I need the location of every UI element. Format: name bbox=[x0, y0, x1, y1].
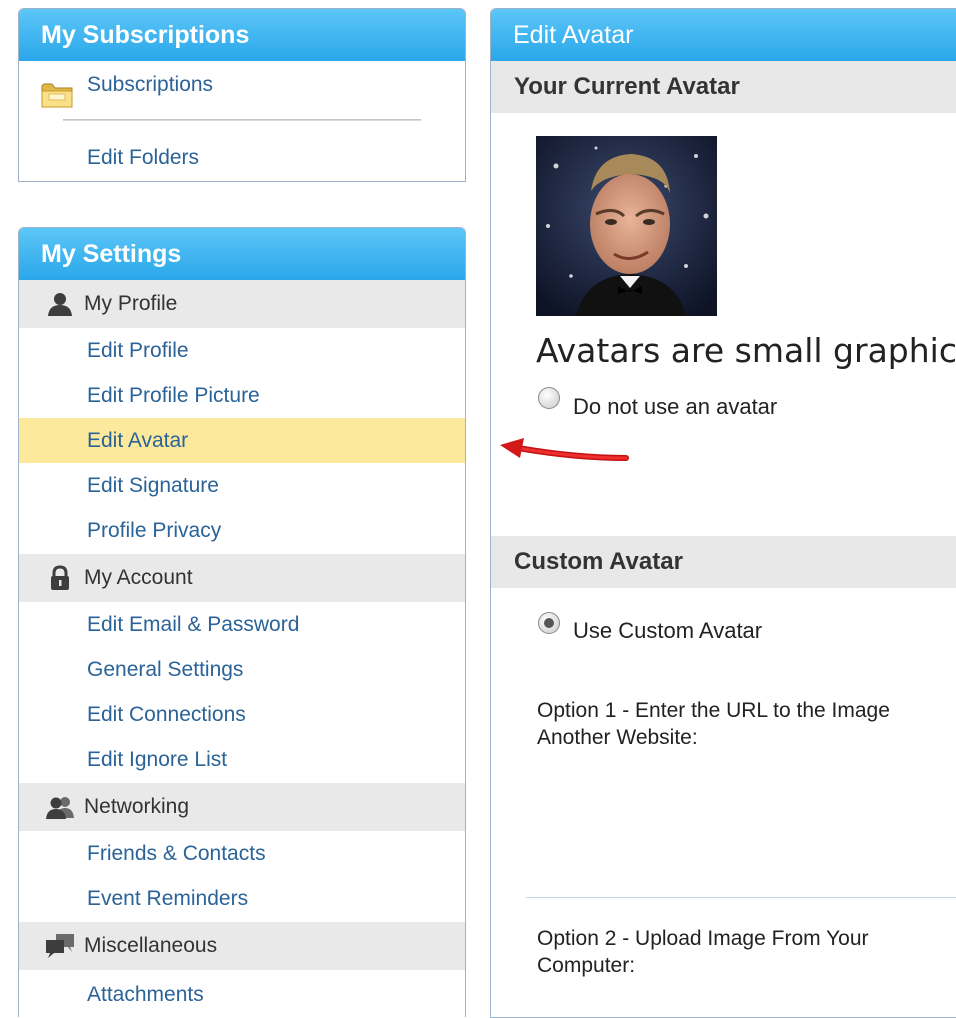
settings-panel: My Settings My Profile Edit Profile Edit… bbox=[18, 227, 466, 1017]
section-my-profile: My Profile bbox=[19, 280, 465, 328]
menu-item-friends-contacts[interactable]: Friends & Contacts bbox=[19, 831, 465, 876]
menu-item-edit-avatar[interactable]: Edit Avatar bbox=[19, 418, 465, 463]
section-label: My Account bbox=[84, 566, 193, 589]
subscriptions-panel: My Subscriptions Subscriptions Edit Fold… bbox=[18, 8, 466, 182]
no-avatar-label[interactable]: Do not use an avatar bbox=[573, 394, 777, 420]
use-custom-avatar-label[interactable]: Use Custom Avatar bbox=[573, 618, 762, 644]
edit-avatar-panel: Edit Avatar Your Current Avatar Avatars … bbox=[490, 8, 956, 1018]
annotation-arrow-icon bbox=[500, 438, 629, 461]
edit-connections-link[interactable]: Edit Connections bbox=[87, 692, 246, 737]
menu-item-edit-profile-picture[interactable]: Edit Profile Picture bbox=[19, 373, 465, 418]
chat-icon bbox=[46, 934, 74, 958]
menu-item-edit-profile[interactable]: Edit Profile bbox=[19, 328, 465, 373]
section-label: Networking bbox=[84, 795, 190, 818]
settings-panel-title: My Settings bbox=[19, 228, 465, 280]
general-settings-link[interactable]: General Settings bbox=[87, 647, 243, 692]
edit-avatar-title: Edit Avatar bbox=[491, 9, 956, 61]
option-divider bbox=[526, 897, 956, 898]
menu-item-edit-email-password[interactable]: Edit Email & Password bbox=[19, 602, 465, 647]
menu-item-edit-ignore-list[interactable]: Edit Ignore List bbox=[19, 737, 465, 782]
current-avatar-heading: Your Current Avatar bbox=[491, 61, 956, 113]
avatar-description: Avatars are small graphics t bbox=[536, 331, 956, 370]
event-reminders-link[interactable]: Event Reminders bbox=[87, 876, 248, 921]
edit-profile-picture-link[interactable]: Edit Profile Picture bbox=[87, 373, 260, 418]
folder-icon bbox=[41, 83, 73, 108]
section-label: My Profile bbox=[84, 292, 178, 315]
edit-profile-link[interactable]: Edit Profile bbox=[87, 328, 189, 373]
use-custom-avatar-radio[interactable] bbox=[538, 612, 560, 634]
edit-folders-link[interactable]: Edit Folders bbox=[87, 146, 199, 170]
profile-privacy-link[interactable]: Profile Privacy bbox=[87, 508, 221, 553]
person-icon bbox=[48, 293, 72, 316]
edit-avatar-link[interactable]: Edit Avatar bbox=[87, 418, 188, 463]
menu-item-general-settings[interactable]: General Settings bbox=[19, 647, 465, 692]
menu-item-profile-privacy[interactable]: Profile Privacy bbox=[19, 508, 465, 553]
custom-avatar-heading: Custom Avatar bbox=[491, 536, 956, 588]
current-avatar-image bbox=[536, 136, 717, 316]
menu-item-event-reminders[interactable]: Event Reminders bbox=[19, 876, 465, 921]
menu-item-edit-signature[interactable]: Edit Signature bbox=[19, 463, 465, 508]
section-networking: Networking bbox=[19, 783, 465, 831]
people-icon bbox=[46, 797, 74, 819]
subscriptions-link[interactable]: Subscriptions bbox=[87, 73, 213, 97]
section-miscellaneous: Miscellaneous bbox=[19, 922, 465, 970]
edit-ignore-list-link[interactable]: Edit Ignore List bbox=[87, 737, 227, 782]
menu-item-edit-connections[interactable]: Edit Connections bbox=[19, 692, 465, 737]
edit-email-password-link[interactable]: Edit Email & Password bbox=[87, 602, 299, 647]
no-avatar-radio[interactable] bbox=[538, 387, 560, 409]
edit-signature-link[interactable]: Edit Signature bbox=[87, 463, 219, 508]
section-my-account: My Account bbox=[19, 554, 465, 602]
lock-icon bbox=[51, 565, 69, 590]
option2-text: Option 2 - Upload Image From Your Comput… bbox=[537, 927, 869, 977]
attachments-link[interactable]: Attachments bbox=[87, 972, 204, 1017]
friends-contacts-link[interactable]: Friends & Contacts bbox=[87, 831, 266, 876]
section-label: Miscellaneous bbox=[84, 934, 218, 957]
menu-item-attachments[interactable]: Attachments bbox=[19, 970, 465, 1015]
divider bbox=[63, 119, 421, 121]
option1-text: Option 1 - Enter the URL to the Image An… bbox=[537, 699, 890, 749]
subscriptions-panel-title: My Subscriptions bbox=[19, 9, 465, 61]
